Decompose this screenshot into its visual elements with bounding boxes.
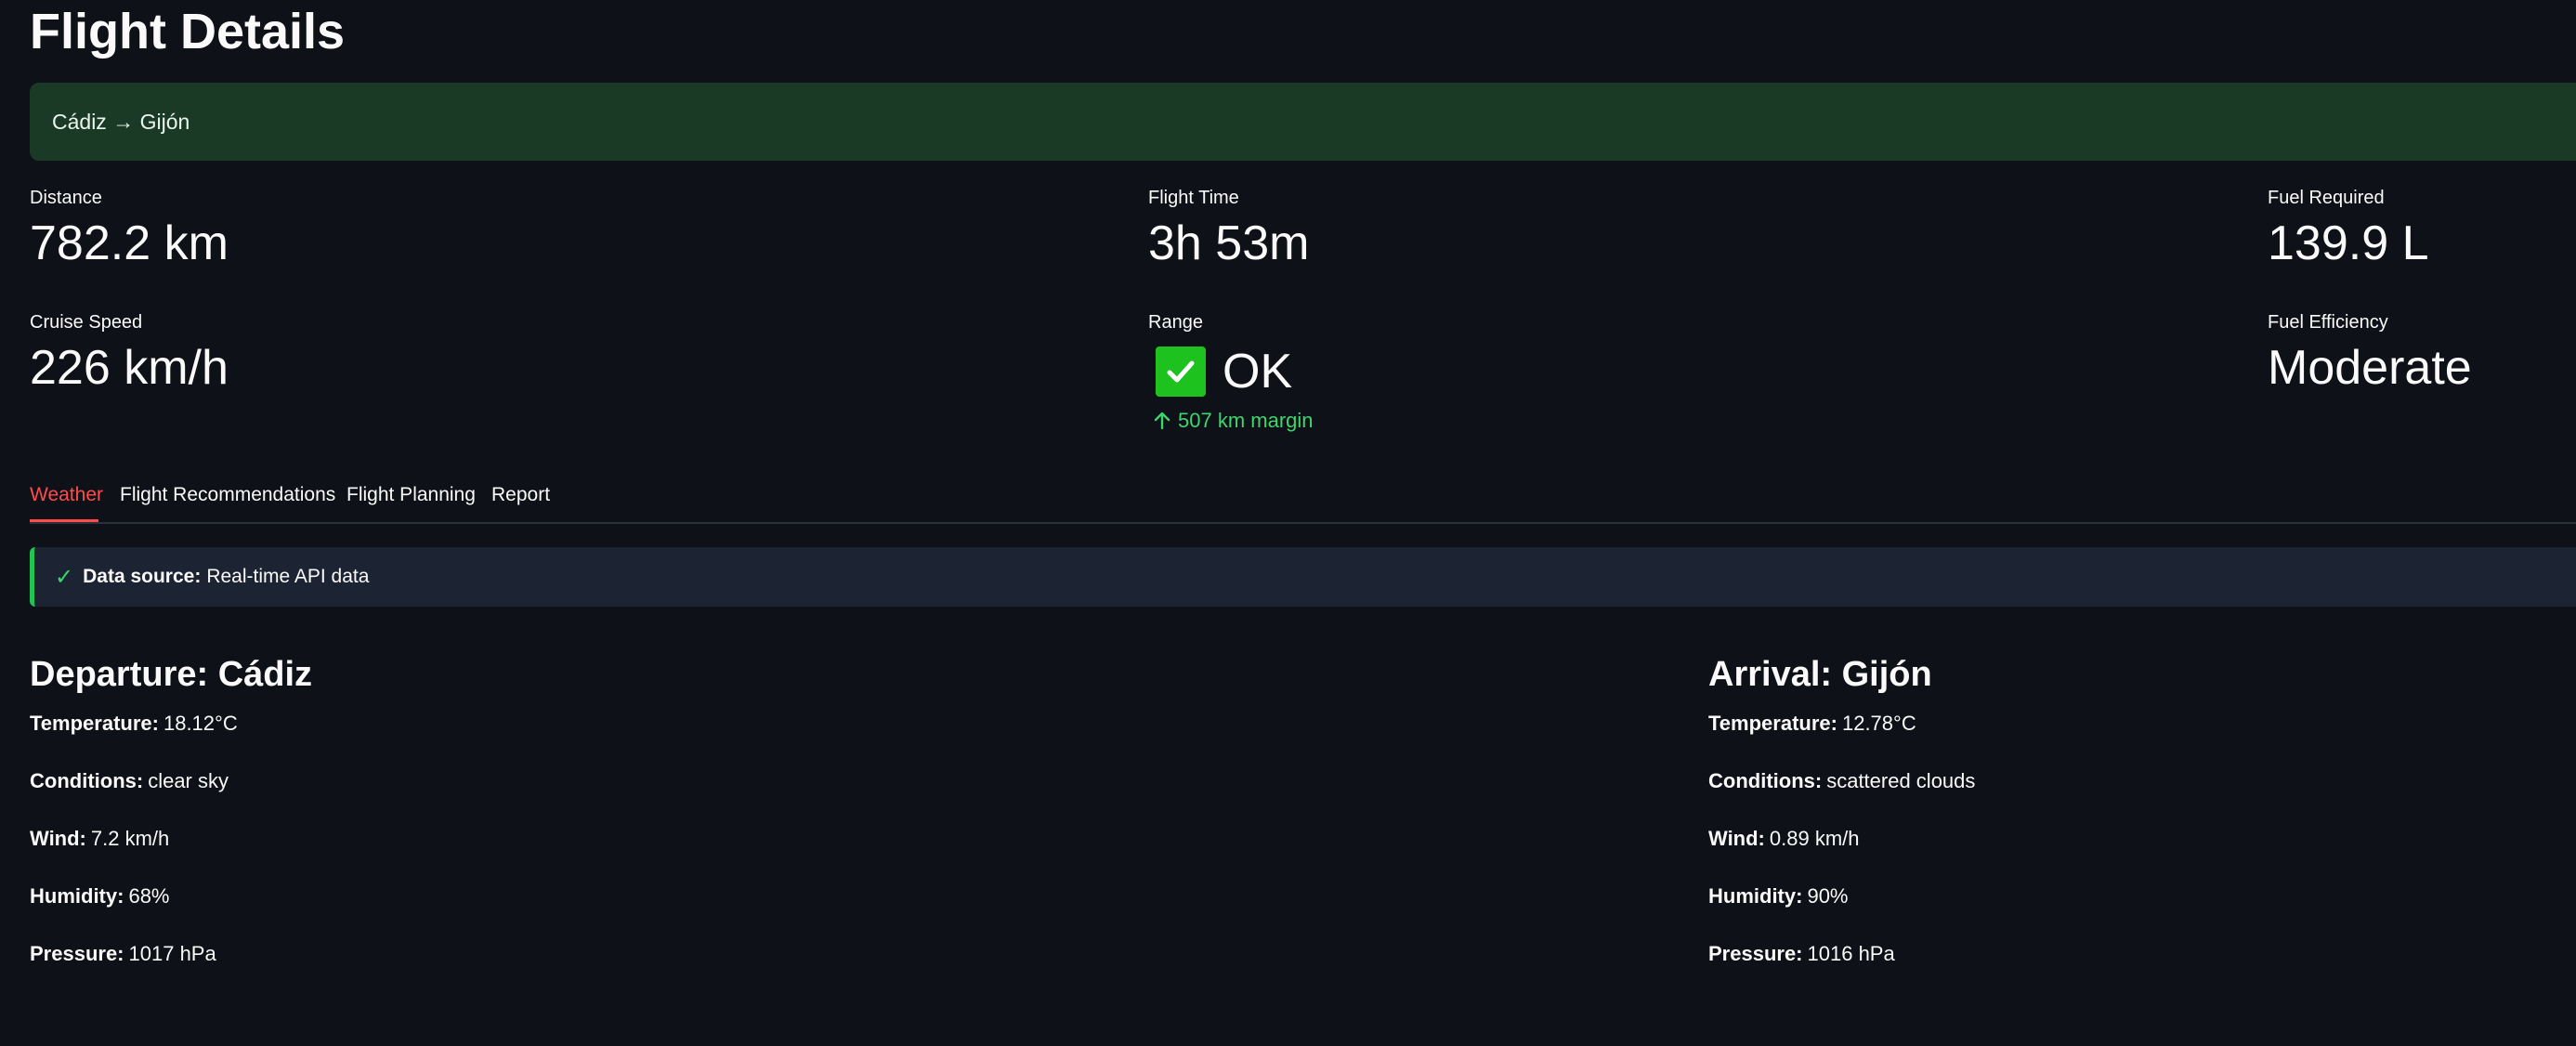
conditions-label: Conditions:: [1708, 769, 1823, 792]
departure-conditions: Conditions: clear sky: [30, 767, 312, 825]
humidity-value: 90%: [1807, 884, 1849, 908]
metric-value: 226 km/h: [30, 341, 229, 395]
data-source-value: Real-time API data: [206, 566, 370, 587]
arrival-temperature: Temperature: 12.78°C: [1708, 710, 1975, 767]
metric-distance: Distance 782.2 km: [30, 186, 229, 273]
check-mark-icon: [1156, 346, 1206, 397]
tab-flight-planning[interactable]: Flight Planning: [347, 481, 476, 509]
departure-pressure: Pressure: 1017 hPa: [30, 940, 312, 998]
metric-label: Range: [1148, 312, 1203, 333]
flight-details-page: Flight Details Cádiz → Gijón Distance 78…: [0, 0, 2576, 1046]
departure-temperature: Temperature: 18.12°C: [30, 710, 312, 767]
departure-humidity: Humidity: 68%: [30, 883, 312, 940]
metric-value: Moderate: [2268, 341, 2472, 395]
pressure-value: 1016 hPa: [1807, 942, 1895, 965]
arrival-weather: Arrival: Gijón Temperature: 12.78°C Condi…: [1708, 650, 1975, 998]
wind-label: Wind:: [1708, 827, 1765, 850]
humidity-value: 68%: [128, 884, 170, 908]
conditions-label: Conditions:: [30, 769, 144, 792]
metric-value: 782.2 km: [30, 216, 229, 270]
metric-value: 139.9 L: [2268, 216, 2429, 270]
metric-cruise-speed: Cruise Speed 226 km/h: [30, 310, 229, 398]
tab-weather[interactable]: Weather: [30, 481, 103, 509]
wind-value: 0.89 km/h: [1769, 827, 1860, 850]
temperature-label: Temperature:: [1708, 712, 1837, 735]
metric-fuel-efficiency: Fuel Efficiency Moderate: [2268, 310, 2472, 398]
departure-wind: Wind: 7.2 km/h: [30, 825, 312, 883]
wind-label: Wind:: [30, 827, 86, 850]
metric-label: Distance: [30, 188, 102, 208]
pressure-label: Pressure:: [1708, 942, 1803, 965]
temperature-value: 12.78°C: [1841, 712, 1916, 735]
tab-flight-recommendations[interactable]: Flight Recommendations: [120, 481, 335, 509]
metric-label: Flight Time: [1148, 188, 1239, 208]
humidity-label: Humidity:: [1708, 884, 1803, 908]
arrival-humidity: Humidity: 90%: [1708, 883, 1975, 940]
departure-heading: Departure: Cádiz: [30, 655, 313, 694]
arrival-pressure: Pressure: 1016 hPa: [1708, 940, 1975, 998]
departure-weather: Departure: Cádiz Temperature: 18.12°C Con…: [30, 650, 312, 998]
metric-flight-time: Flight Time 3h 53m: [1148, 186, 1309, 273]
metric-value: 3h 53m: [1148, 216, 1310, 270]
pressure-label: Pressure:: [30, 942, 124, 965]
metric-label: Cruise Speed: [30, 312, 143, 333]
metric-label: Fuel Efficiency: [2268, 312, 2388, 333]
range-delta: 507 km margin: [1152, 409, 1314, 433]
pressure-value: 1017 hPa: [128, 942, 216, 965]
route-text: Cádiz → Gijón: [52, 109, 190, 134]
range-status: OK: [1148, 342, 1314, 401]
arrival-wind: Wind: 0.89 km/h: [1708, 825, 1975, 883]
conditions-value: clear sky: [148, 769, 229, 792]
tab-bar: Weather Flight Recommendations Flight Pl…: [30, 472, 2576, 524]
data-source-label: Data source:: [83, 566, 202, 587]
range-delta-text: 507 km margin: [1178, 409, 1314, 432]
wind-value: 7.2 km/h: [90, 827, 170, 850]
page-title: Flight Details: [30, 4, 346, 59]
temperature-value: 18.12°C: [163, 712, 238, 735]
metric-label: Fuel Required: [2268, 188, 2385, 208]
data-source-alert: ✓ Data source: Real-time API data: [30, 547, 2576, 607]
active-tab-indicator: [30, 519, 98, 522]
arrival-conditions: Conditions: scattered clouds: [1708, 767, 1975, 825]
temperature-label: Temperature:: [30, 712, 159, 735]
range-value: OK: [1223, 345, 1293, 399]
conditions-value: scattered clouds: [1826, 769, 1976, 792]
metric-range: Range OK 507 km margin: [1148, 310, 1314, 433]
tab-report[interactable]: Report: [491, 481, 550, 509]
metric-fuel-required: Fuel Required 139.9 L: [2268, 186, 2429, 273]
check-icon: ✓: [55, 564, 74, 590]
arrow-up-icon: [1154, 412, 1170, 430]
arrival-heading: Arrival: Gijón: [1708, 655, 1932, 694]
route-banner: Cádiz → Gijón: [30, 83, 2576, 161]
humidity-label: Humidity:: [30, 884, 124, 908]
